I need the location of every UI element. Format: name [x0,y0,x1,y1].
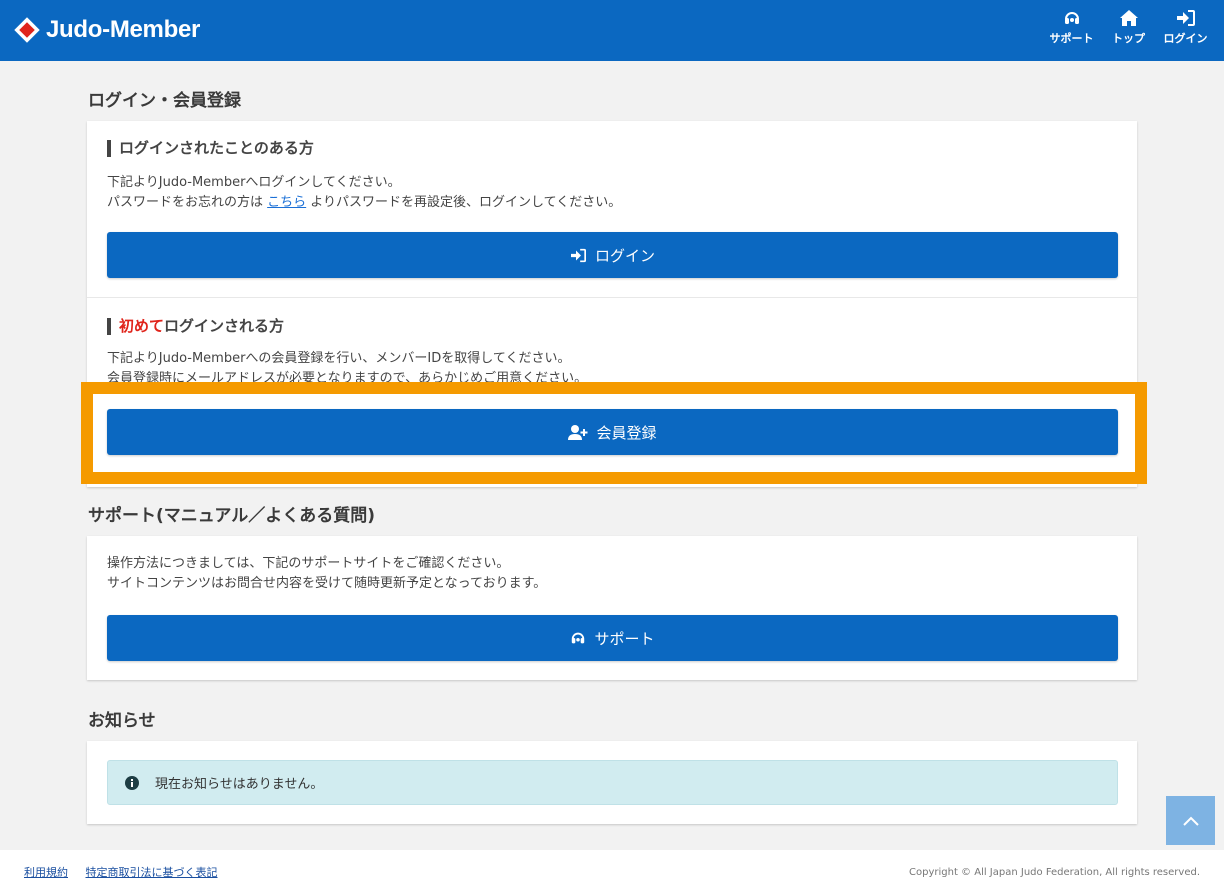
password-reset-link[interactable]: こちら [267,195,306,210]
nav-login-label: ログイン [1163,32,1208,45]
sign-in-icon [570,248,586,262]
login-button-label: ログイン [594,246,655,265]
existing-line-2-pre: パスワードをお忘れの方は [107,195,268,210]
first-time-emphasis: 初めて [119,317,165,335]
first-time-heading-rest: ログインされる方 [164,317,285,335]
login-section-title: ログイン・会員登録 [88,91,241,111]
existing-line-1: 下記よりJudo-Memberへログインしてください。 [107,175,401,190]
top-header: Judo-Member サポート トップ ログイン [0,0,1224,61]
nav-support-label: サポート [1049,32,1094,45]
news-section-title: お知らせ [88,711,156,731]
chevron-up-icon [1182,816,1199,826]
sign-in-icon [1176,10,1195,26]
headset-icon [572,632,585,644]
terms-link[interactable]: 利用規約 [24,866,68,879]
news-card: 現在お知らせはありません。 [87,741,1137,824]
header-nav: サポート トップ ログイン [1043,9,1214,46]
commerce-law-link[interactable]: 特定商取引法に基づく表記 [86,866,218,879]
judo-logo-icon [14,17,40,43]
support-line-1: 操作方法につきましては、下記のサポートサイトをご確認ください。 [107,556,510,571]
support-card: 操作方法につきましては、下記のサポートサイトをご確認ください。 サイトコンテンツ… [87,536,1137,680]
home-icon [1119,10,1138,26]
card-divider [87,297,1137,298]
info-icon [125,775,139,790]
nav-support[interactable]: サポート [1043,9,1100,46]
existing-user-description: 下記よりJudo-Memberへログインしてください。 パスワードをお忘れの方は… [107,173,621,213]
nav-top-label: トップ [1112,32,1145,45]
news-notice: 現在お知らせはありません。 [107,760,1118,805]
footer-links: 利用規約 特定商取引法に基づく表記 [24,864,232,880]
brand-name: Judo-Member [46,16,201,43]
register-highlight-box [81,382,1147,484]
existing-line-2: パスワードをお忘れの方は こちら よりパスワードを再設定後、ログインしてください… [107,193,621,213]
support-line-2: サイトコンテンツはお問合せ内容を受けて随時更新予定となっております。 [107,576,547,591]
support-button[interactable]: サポート [107,615,1118,661]
existing-line-2-post: よりパスワードを再設定後、ログインしてください。 [306,195,622,210]
brand-logo[interactable]: Judo-Member [14,16,200,44]
page-footer: 利用規約 特定商取引法に基づく表記 Copyright © All Japan … [0,850,1224,892]
scroll-to-top-button[interactable] [1166,796,1215,845]
nav-login[interactable]: ログイン [1157,9,1214,46]
support-button-label: サポート [594,629,655,648]
copyright-text: Copyright © All Japan Judo Federation, A… [909,867,1200,878]
existing-user-heading: ログインされたことのある方 [107,140,314,157]
nav-top[interactable]: トップ [1100,9,1157,46]
first-time-heading: 初めてログインされる方 [107,318,284,335]
support-description: 操作方法につきましては、下記のサポートサイトをご確認ください。 サイトコンテンツ… [107,554,546,594]
support-section-title: サポート(マニュアル／よくある質問) [88,506,376,526]
login-button[interactable]: ログイン [107,232,1118,278]
first-line-1: 下記よりJudo-Memberへの会員登録を行い、メンバーIDを取得してください… [107,351,571,366]
news-notice-text: 現在お知らせはありません。 [155,777,324,792]
headset-icon [1064,12,1079,24]
